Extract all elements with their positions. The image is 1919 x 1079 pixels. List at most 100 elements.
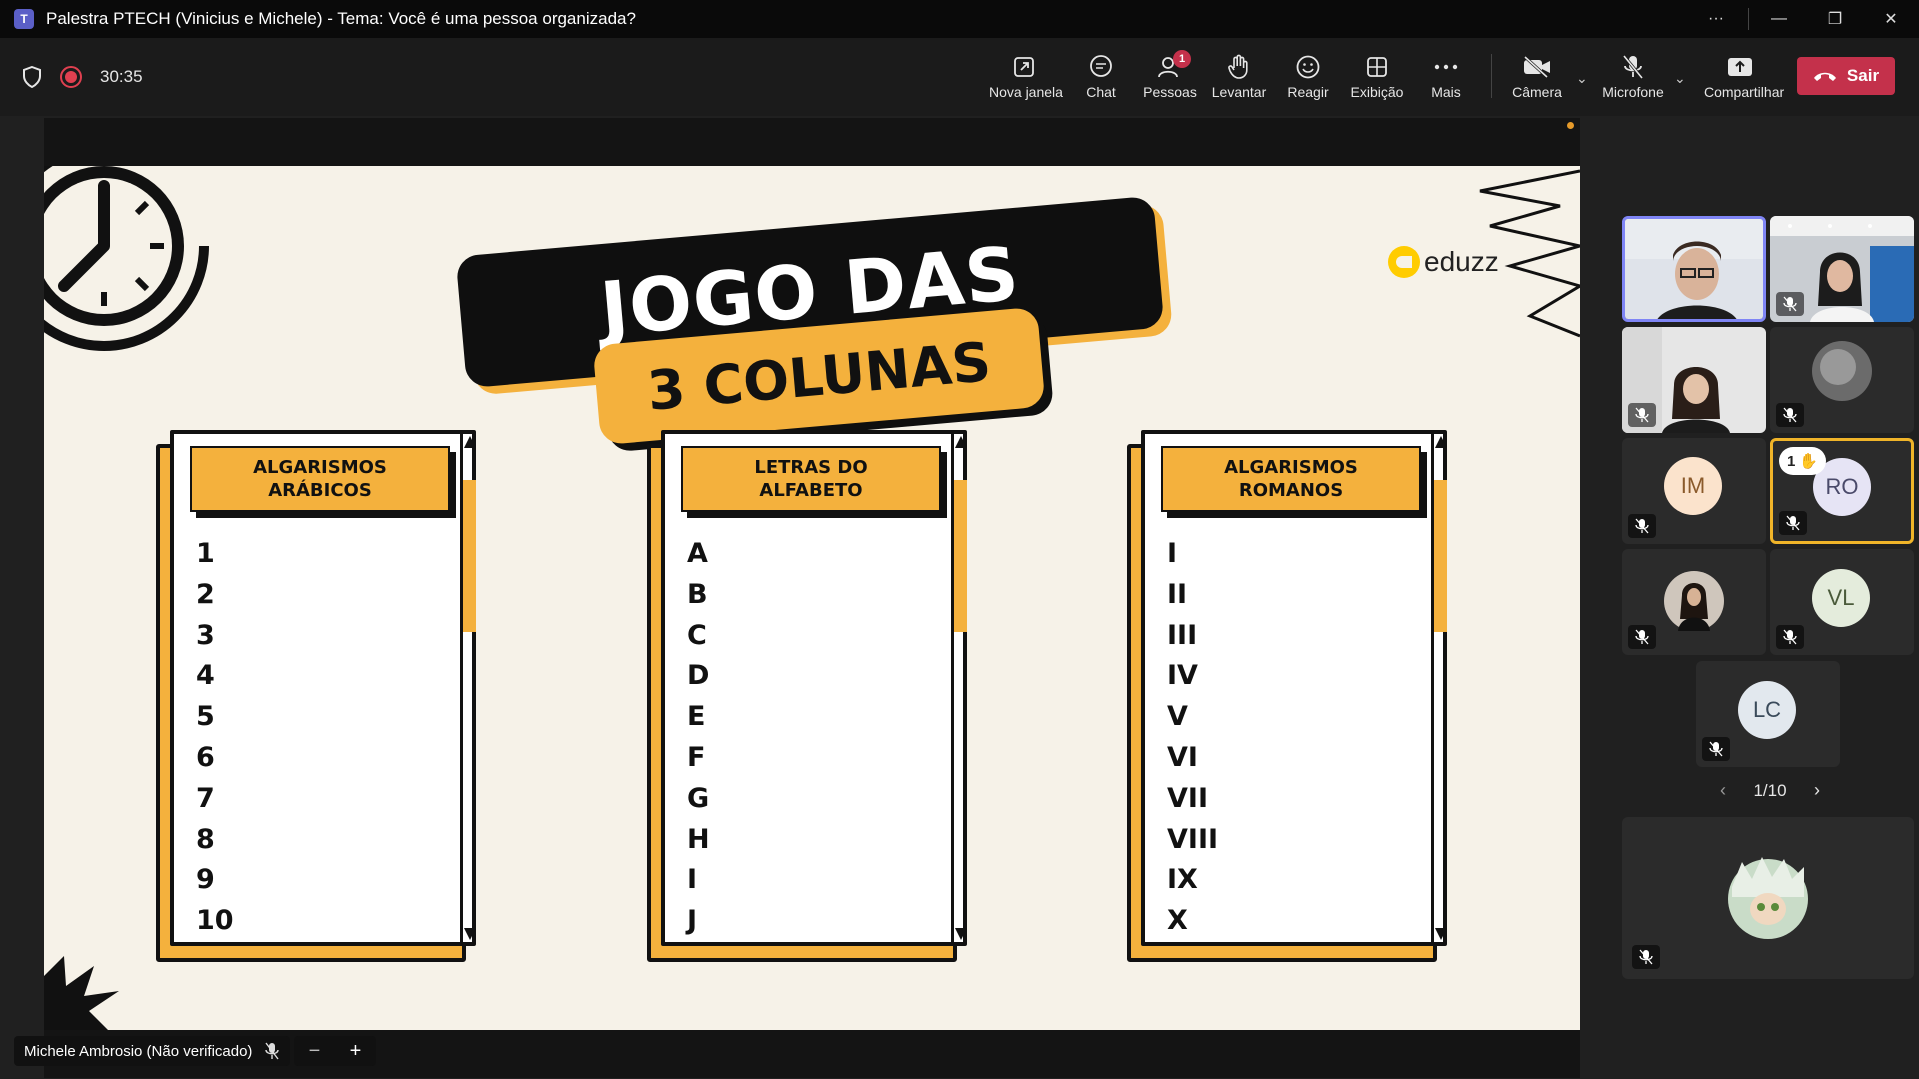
mic-off-icon xyxy=(1786,515,1800,531)
participant-tile-lc[interactable]: LC xyxy=(1696,661,1840,767)
list-item: C xyxy=(687,619,707,651)
presenter-name-tag: Michele Ambrosio (Não verificado) xyxy=(14,1036,291,1066)
list-item: A xyxy=(687,538,708,569)
more-dots-icon xyxy=(1434,64,1458,70)
list-item: H xyxy=(687,823,710,855)
participant-tile-ro[interactable]: RO 1 ✋ xyxy=(1770,438,1914,544)
column-list: A B C D E F G H I J xyxy=(687,534,710,942)
close-icon[interactable]: ✕ xyxy=(1863,0,1919,38)
react-label: Reagir xyxy=(1287,84,1329,100)
zoom-in-button[interactable]: + xyxy=(350,1040,362,1063)
list-item: B xyxy=(687,578,708,610)
mic-off-icon xyxy=(1622,55,1644,79)
new-window-button[interactable]: Nova janela xyxy=(989,52,1063,100)
pager-next-icon[interactable]: › xyxy=(1814,780,1820,801)
column-header-line1: LETRAS DO xyxy=(754,456,868,478)
hand-icon xyxy=(1228,54,1248,79)
mic-off-icon xyxy=(1635,629,1649,645)
share-button[interactable]: Compartilhar xyxy=(1704,52,1784,100)
more-options-icon[interactable]: ··· xyxy=(1681,0,1751,38)
minimize-icon[interactable]: — xyxy=(1751,0,1807,38)
gallery-pager: ‹ 1/10 › xyxy=(1720,780,1820,801)
column-header-line1: ALGARISMOS xyxy=(253,456,387,478)
zoom-controls: − + xyxy=(294,1036,376,1066)
starburst-decoration xyxy=(44,956,119,1030)
column-scrollbar xyxy=(460,434,476,942)
grid-view-icon xyxy=(1367,57,1387,77)
react-button[interactable]: Reagir xyxy=(1273,52,1343,100)
participant-tile-vl[interactable]: VL xyxy=(1770,549,1914,655)
microphone-button[interactable]: Microfone xyxy=(1598,52,1668,100)
list-item: D xyxy=(687,660,710,692)
mic-off-icon xyxy=(1639,949,1653,965)
avatar: VL xyxy=(1812,569,1870,627)
raised-hand-icon: ✋ xyxy=(1799,453,1819,470)
chat-icon xyxy=(1090,55,1112,77)
list-item: I xyxy=(1167,538,1178,569)
shield-icon[interactable] xyxy=(22,66,42,88)
share-icon xyxy=(1728,58,1752,76)
scroll-thumb xyxy=(463,480,476,632)
column-header: ALGARISMOS ARÁBICOS xyxy=(190,446,450,512)
column-scrollbar xyxy=(951,434,967,942)
title-bar: T Palestra PTECH (Vinicius e Michele) - … xyxy=(0,0,1919,38)
column-header-line2: ARÁBICOS xyxy=(268,480,372,501)
participant-tile-video[interactable] xyxy=(1622,216,1766,322)
camera-button[interactable]: Câmera xyxy=(1502,52,1572,100)
window-title: Palestra PTECH (Vinicius e Michele) - Te… xyxy=(46,9,636,28)
mic-off-icon xyxy=(1635,518,1649,534)
self-view-tile[interactable] xyxy=(1622,817,1914,979)
list-item: V xyxy=(1167,701,1188,733)
camera-chevron-down-icon[interactable]: ⌄ xyxy=(1576,70,1588,87)
toolbar-divider xyxy=(1491,54,1492,98)
mic-off-icon xyxy=(265,1042,280,1060)
pager-prev-icon[interactable]: ‹ xyxy=(1720,780,1726,801)
mic-off-icon xyxy=(1783,296,1797,312)
list-item: J xyxy=(687,905,698,937)
meeting-toolbar: 30:35 Nova janela Chat 1 Pessoas Levanta… xyxy=(0,38,1919,116)
people-button[interactable]: 1 Pessoas xyxy=(1135,50,1205,100)
muted-indicator xyxy=(1776,292,1804,316)
emoji-icon xyxy=(1296,55,1320,79)
new-window-label: Nova janela xyxy=(989,84,1063,100)
raised-hand-badge: 1 ✋ xyxy=(1779,447,1827,475)
participant-tile-im[interactable]: IM xyxy=(1622,438,1766,544)
column-list: I II III IV V VI VII VIII IX X xyxy=(1167,534,1218,942)
microphone-label: Microfone xyxy=(1602,84,1664,100)
list-item: VII xyxy=(1167,782,1208,814)
mic-chevron-down-icon[interactable]: ⌄ xyxy=(1674,70,1686,87)
leave-label: Sair xyxy=(1846,66,1880,85)
list-item: 9 xyxy=(196,864,215,896)
list-item: 2 xyxy=(196,578,215,610)
column-arabic-numerals: ALGARISMOS ARÁBICOS 1 2 3 4 5 6 7 8 9 10 xyxy=(156,430,476,964)
column-roman-numerals: ALGARISMOS ROMANOS I II III IV V VI VII V… xyxy=(1127,430,1447,964)
pager-count: 1/10 xyxy=(1753,780,1787,800)
view-button[interactable]: Exibição xyxy=(1342,52,1412,100)
zoom-out-button[interactable]: − xyxy=(309,1040,321,1063)
scroll-up-icon xyxy=(464,436,476,448)
raise-hand-button[interactable]: Levantar xyxy=(1204,52,1274,100)
scroll-down-icon xyxy=(955,928,967,940)
view-label: Exibição xyxy=(1350,84,1404,100)
participant-tile-video[interactable] xyxy=(1770,216,1914,322)
restore-icon[interactable]: ❐ xyxy=(1807,0,1863,38)
chat-label: Chat xyxy=(1086,84,1116,100)
people-badge: 1 xyxy=(1173,50,1191,68)
participant-tile-photo[interactable] xyxy=(1770,327,1914,433)
muted-indicator xyxy=(1632,945,1660,969)
raise-hand-label: Levantar xyxy=(1211,84,1267,100)
participant-tile-video[interactable] xyxy=(1622,327,1766,433)
more-button[interactable]: Mais xyxy=(1411,52,1481,100)
mic-off-icon xyxy=(1709,741,1723,757)
presenter-name: Michele Ambrosio (Não verificado) xyxy=(24,1042,253,1060)
list-item: 1 xyxy=(196,538,215,569)
chat-button[interactable]: Chat xyxy=(1066,52,1136,100)
leave-button[interactable]: Sair xyxy=(1797,57,1895,95)
column-header-line2: ALFABETO xyxy=(759,480,863,501)
hand-count: 1 xyxy=(1787,452,1796,470)
participant-tile-photo[interactable] xyxy=(1622,549,1766,655)
mic-off-icon xyxy=(1783,407,1797,423)
clock-icon xyxy=(44,166,209,351)
participant-video xyxy=(1625,219,1763,319)
self-avatar-photo xyxy=(1728,857,1808,939)
